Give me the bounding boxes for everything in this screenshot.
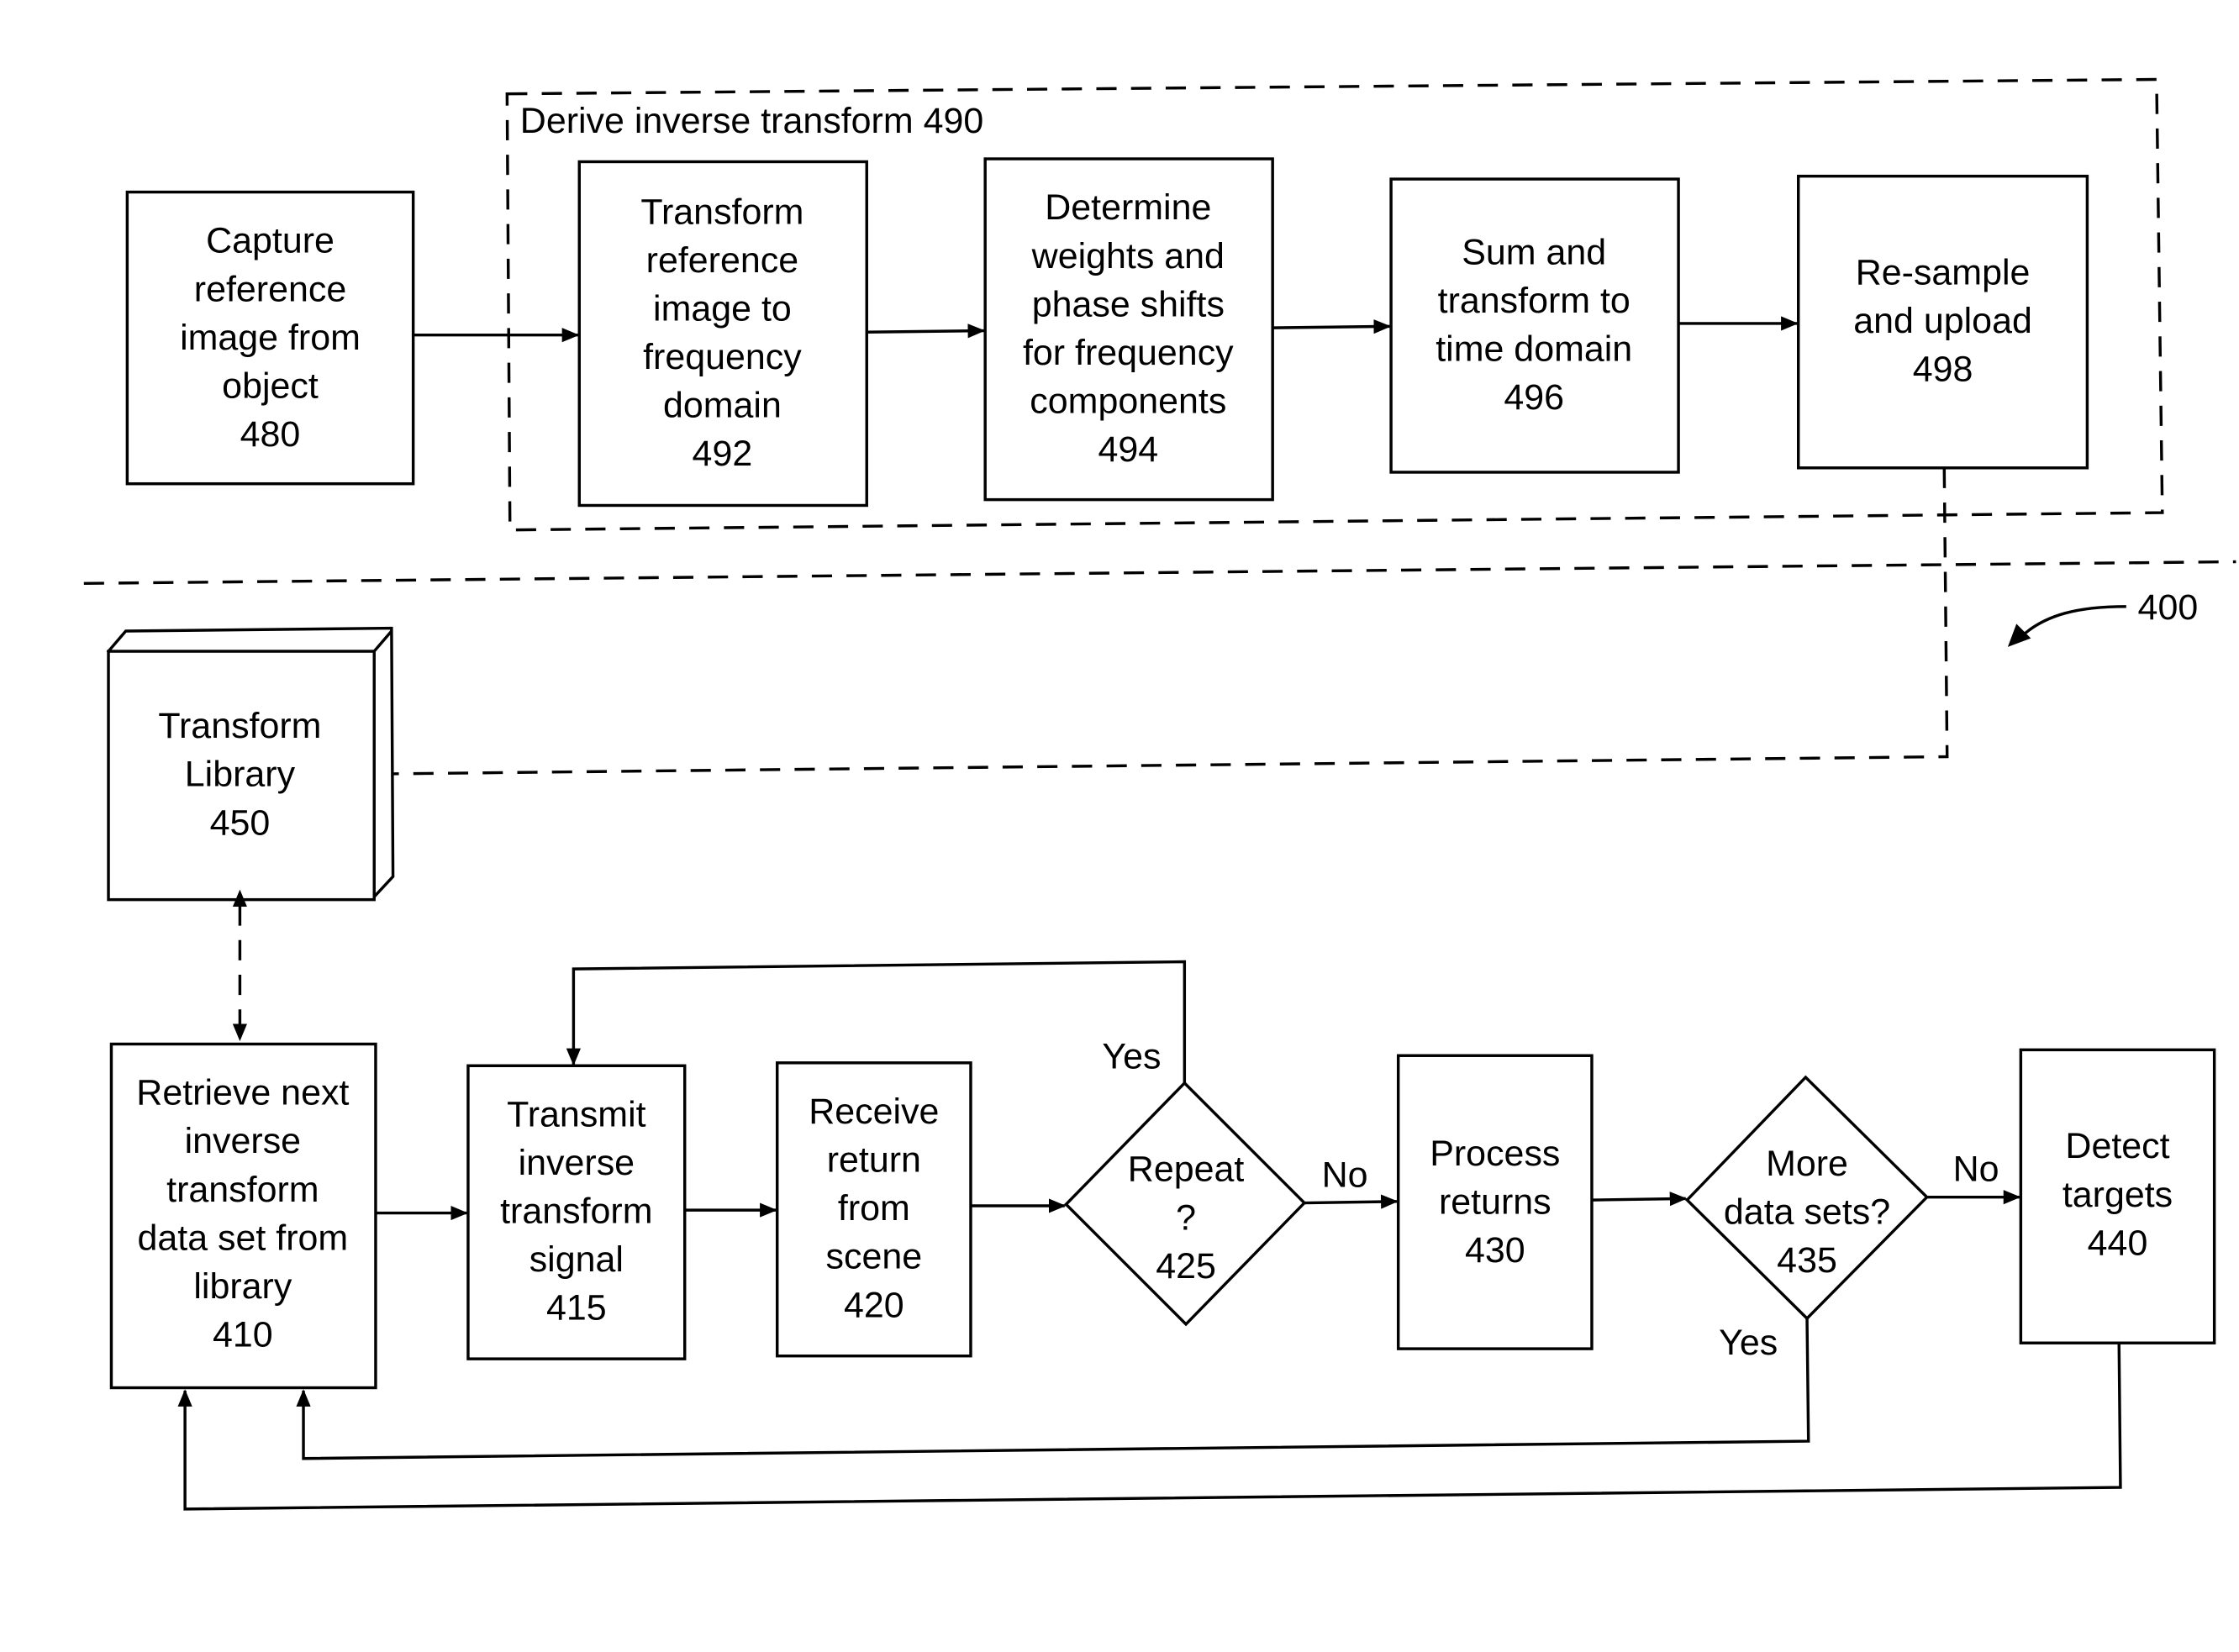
label-line: Capture xyxy=(206,221,335,261)
block-detect-440[interactable]: Detect targets 440 xyxy=(2019,1048,2216,1344)
block-weights-494[interactable]: Determine weights and phase shifts for freq… xyxy=(983,157,1274,502)
label-line: 450 xyxy=(210,802,271,843)
edge-label-repeat-yes: Yes xyxy=(1102,1037,1161,1077)
label-line: Retrieve next xyxy=(136,1073,349,1113)
label-line: Re-sample xyxy=(1856,253,2031,293)
figure-ref-leader xyxy=(2016,605,2126,641)
arrow-440-410 xyxy=(177,1343,2122,1511)
label-line: Process xyxy=(1430,1134,1560,1174)
label-line: 492 xyxy=(693,434,753,474)
label-line: 410 xyxy=(213,1315,273,1355)
block-resample-498[interactable]: Re-sample and upload 498 xyxy=(1796,174,2089,470)
arrow-494-496 xyxy=(1272,319,1392,334)
label-line: 494 xyxy=(1098,429,1158,470)
arrow-430-435 xyxy=(1591,1192,1688,1207)
label-line: components xyxy=(1030,381,1226,422)
decision-more-435[interactable]: More data sets? 435 xyxy=(1684,1075,1930,1321)
label-line: data set from xyxy=(138,1218,349,1258)
label-line: signal xyxy=(529,1239,624,1280)
label-line: weights and xyxy=(1031,236,1225,276)
label-line: 498 xyxy=(1913,350,1973,390)
block-process-430[interactable]: Process returns 430 xyxy=(1396,1054,1594,1350)
label-line: time domain xyxy=(1436,329,1632,370)
label-line: returns xyxy=(1439,1181,1551,1222)
label-line: Sum and xyxy=(1462,232,1606,272)
label-line: reference xyxy=(646,240,798,281)
label-line: Transform xyxy=(158,706,321,746)
arrow-498-library xyxy=(374,467,1949,781)
label-line: 430 xyxy=(1465,1230,1525,1271)
flowchart-400: Derive inverse transform 490 Capture refe… xyxy=(83,77,2236,1511)
label-line: object xyxy=(222,366,319,406)
label-line: image from xyxy=(180,318,361,358)
label-line: targets xyxy=(2063,1175,2173,1215)
label-line: Determine xyxy=(1045,187,1211,228)
block-retrieve-410[interactable]: Retrieve next inverse transform data set fr… xyxy=(109,1042,377,1390)
label-line: phase shifts xyxy=(1032,284,1225,324)
label-line: Library xyxy=(185,755,296,795)
label-line: 425 xyxy=(1156,1246,1216,1286)
block-capture-480[interactable]: Capture reference image from object 480 xyxy=(125,190,415,486)
edge-label-more-no: No xyxy=(1953,1150,1999,1190)
block-transform-freq-492[interactable]: Transform reference image to frequency domai… xyxy=(577,160,868,508)
figure-ref-label: 400 xyxy=(2138,587,2199,628)
edge-label-repeat-no: No xyxy=(1322,1155,1368,1196)
label-line: data sets? xyxy=(1724,1192,1890,1232)
label-line: Repeat xyxy=(1128,1150,1245,1190)
label-line: 415 xyxy=(546,1288,607,1328)
arrow-492-494 xyxy=(867,324,986,339)
label-line: Transform xyxy=(640,192,803,232)
label-line: 440 xyxy=(2088,1223,2148,1263)
label-line: inverse xyxy=(185,1121,301,1161)
label-line: More xyxy=(1766,1144,1848,1184)
label-line: transform to xyxy=(1438,281,1631,321)
block-sum-time-496[interactable]: Sum and transform to time domain 496 xyxy=(1389,177,1680,474)
label-line: Detect xyxy=(2065,1126,2169,1166)
section-separator xyxy=(83,560,2236,586)
label-line: 435 xyxy=(1777,1240,1837,1281)
decision-repeat-425[interactable]: Repeat? 425 xyxy=(1063,1081,1307,1327)
block-receive-420[interactable]: Receive return from scene 420 xyxy=(775,1061,972,1358)
label-line: Receive xyxy=(809,1092,939,1132)
label-line: for frequency xyxy=(1023,333,1234,373)
label-line: domain xyxy=(663,386,782,426)
label-line: inverse xyxy=(519,1143,635,1183)
label-line: 420 xyxy=(844,1285,904,1325)
label-line: scene xyxy=(826,1237,923,1277)
label-line: ? xyxy=(1176,1197,1196,1238)
derive-group-label: Derive inverse transform 490 xyxy=(520,101,983,141)
label-line: 496 xyxy=(1504,377,1564,418)
label-line: from xyxy=(838,1188,910,1228)
label-line: transform xyxy=(500,1192,652,1232)
label-line: return xyxy=(827,1140,921,1181)
arrow-425-no-430 xyxy=(1304,1194,1399,1209)
label-line: reference xyxy=(194,269,346,309)
label-line: 480 xyxy=(240,414,301,455)
label-line: image to xyxy=(653,289,792,329)
label-line: transform xyxy=(166,1170,319,1210)
label-line: library xyxy=(193,1266,292,1307)
block-transform-library-450[interactable]: Transform Library 450 xyxy=(106,626,395,902)
label-line: frequency xyxy=(643,337,802,377)
label-line: and upload xyxy=(1853,301,2032,341)
figure-ref-arrowhead xyxy=(2007,623,2031,647)
edge-label-more-yes: Yes xyxy=(1719,1323,1778,1363)
label-line: Transmit xyxy=(507,1094,646,1134)
block-transmit-415[interactable]: Transmit inverse transform signal 415 xyxy=(466,1064,687,1360)
